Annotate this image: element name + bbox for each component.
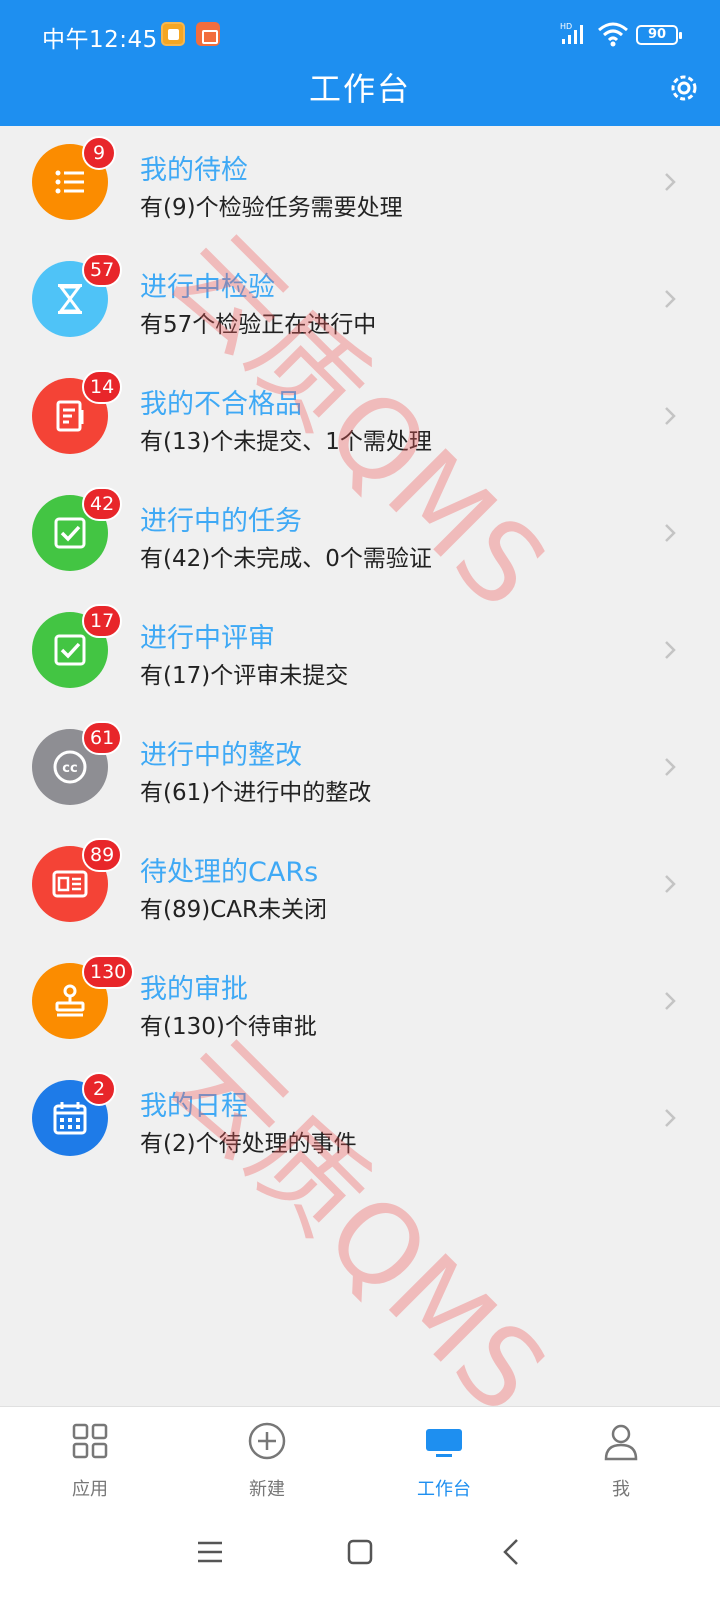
chevron-right-icon [665, 524, 676, 542]
back-icon[interactable] [492, 1532, 532, 1572]
count-badge: 17 [82, 604, 123, 638]
hourglass-icon [58, 284, 82, 314]
item-title: 进行中的整改 [140, 740, 302, 771]
svg-text:HD: HD [560, 22, 572, 31]
bottom-tab-bar: 应用 新建 工作台 我 [0, 1406, 720, 1504]
tab-label: 新建 [249, 1479, 285, 1500]
header-bar: 中午12:45 HD 90 工作台 [0, 0, 720, 126]
signal-icon: HD [560, 22, 583, 44]
id-card-icon [52, 870, 88, 898]
chevron-right-icon [665, 992, 676, 1010]
menu-icon[interactable] [190, 1532, 230, 1572]
shop-notification-icon [196, 22, 220, 46]
count-badge: 9 [82, 136, 116, 170]
item-title: 待处理的CARs [140, 857, 319, 888]
count-badge: 61 [82, 721, 123, 755]
list-item[interactable]: 89 待处理的CARs 有(89)CAR未关闭 [0, 828, 720, 945]
tab-grid[interactable]: 应用 [0, 1407, 180, 1505]
chevron-right-icon [665, 173, 676, 191]
user-icon [604, 1424, 638, 1461]
item-title: 我的不合格品 [140, 389, 302, 420]
list-item[interactable]: 130 我的审批有(130)个待审批 [0, 945, 720, 1062]
checkbox-icon [54, 634, 86, 666]
chevron-right-icon [665, 758, 676, 776]
item-subtitle: 有(2)个待处理的事件 [140, 1131, 357, 1157]
item-subtitle: 有(13)个未提交、1个需处理 [140, 429, 432, 455]
tab-monitor[interactable]: 工作台 [354, 1407, 534, 1505]
gallery-notification-icon [161, 22, 185, 46]
workbench-list: 9 我的待检有(9)个检验任务需要处理 57 进行中检验有57个检验正在进行中 14 我的… [0, 126, 720, 1179]
plus-circle-icon [248, 1422, 286, 1460]
count-badge: 2 [82, 1072, 116, 1106]
list-item[interactable]: 17 进行中评审有(17)个评审未提交 [0, 594, 720, 711]
count-badge: 57 [82, 253, 123, 287]
svg-text:cc: cc [62, 761, 77, 776]
page-title: 工作台 [308, 70, 411, 108]
list-item[interactable]: 2 我的日程有(2)个待处理的事件 [0, 1062, 720, 1179]
item-subtitle: 有(89)CAR未关闭 [140, 897, 327, 923]
item-title: 进行中的任务 [140, 506, 302, 537]
tab-label: 工作台 [417, 1479, 471, 1500]
item-title: 我的审批 [140, 974, 248, 1005]
chevron-right-icon [665, 407, 676, 425]
count-badge: 42 [82, 487, 123, 521]
list-item[interactable]: 42 进行中的任务有(42)个未完成、0个需验证 [0, 477, 720, 594]
tab-label: 应用 [72, 1479, 108, 1500]
item-subtitle: 有(17)个评审未提交 [140, 663, 349, 689]
list-item[interactable]: 14 我的不合格品有(13)个未提交、1个需处理 [0, 360, 720, 477]
chevron-right-icon [665, 1109, 676, 1127]
list-item[interactable]: 57 进行中检验有57个检验正在进行中 [0, 243, 720, 360]
item-title: 我的待检 [140, 155, 248, 186]
stamp-icon [55, 984, 85, 1017]
list-icon [55, 170, 84, 194]
item-subtitle: 有(61)个进行中的整改 [140, 780, 372, 806]
system-nav-bar [0, 1504, 720, 1600]
status-time: 中午12:45 [42, 27, 158, 53]
cc-icon: cc [53, 750, 87, 784]
count-badge: 89 [82, 838, 123, 872]
chevron-right-icon [665, 290, 676, 308]
chevron-right-icon [665, 875, 676, 893]
home-icon[interactable] [340, 1532, 380, 1572]
item-subtitle: 有(130)个待审批 [140, 1014, 317, 1040]
document-icon [56, 400, 84, 432]
tab-plus-circle[interactable]: 新建 [177, 1407, 357, 1505]
status-bar: 中午12:45 HD 90 [0, 0, 720, 62]
item-title: 进行中检验 [140, 272, 275, 303]
calendar-icon [53, 1102, 87, 1135]
settings-gear-icon[interactable] [666, 70, 702, 106]
count-badge: 130 [82, 955, 135, 989]
count-badge: 14 [82, 370, 123, 404]
item-subtitle: 有(42)个未完成、0个需验证 [140, 546, 432, 572]
wifi-icon [598, 22, 628, 47]
tab-label: 我 [612, 1479, 630, 1500]
item-subtitle: 有(9)个检验任务需要处理 [140, 195, 403, 221]
list-item[interactable]: 9 我的待检有(9)个检验任务需要处理 [0, 126, 720, 243]
item-title: 我的日程 [140, 1091, 248, 1122]
item-title: 进行中评审 [140, 623, 275, 654]
grid-icon [72, 1423, 108, 1459]
tab-user[interactable]: 我 [531, 1407, 711, 1505]
checkbox-icon [54, 517, 86, 549]
chevron-right-icon [665, 641, 676, 659]
list-item[interactable]: cc 61 进行中的整改有(61)个进行中的整改 [0, 711, 720, 828]
monitor-icon [426, 1429, 462, 1457]
item-subtitle: 有57个检验正在进行中 [140, 312, 377, 338]
battery-indicator: 90 [636, 25, 682, 45]
